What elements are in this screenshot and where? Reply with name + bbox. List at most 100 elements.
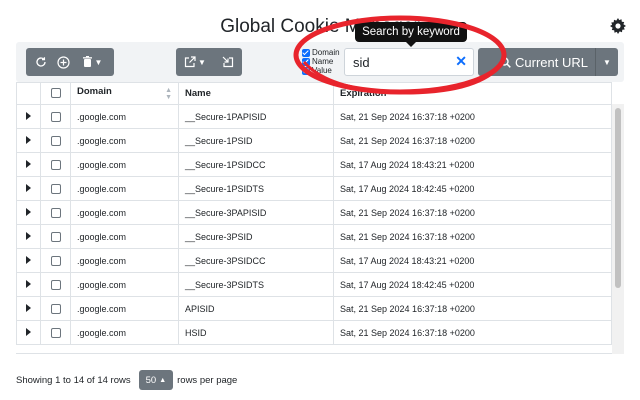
row-checkbox[interactable]	[50, 303, 61, 314]
cell-name: __Secure-1PAPISID	[178, 104, 334, 129]
delete-icon[interactable]: ▼	[74, 48, 110, 76]
pagination-footer: Showing 1 to 14 of 14 rows 50 ▲ rows per …	[16, 370, 237, 390]
cell-expiration: Sat, 17 Aug 2024 18:42:45 +0200	[333, 176, 612, 201]
filter-domain-checkbox[interactable]: Domain	[302, 48, 340, 57]
search-tooltip: Search by keyword	[355, 22, 467, 47]
import-icon[interactable]	[214, 48, 242, 76]
cell-domain: .google.com	[70, 128, 179, 153]
cell-domain: .google.com	[70, 152, 179, 177]
column-header-name[interactable]: Name	[178, 82, 334, 105]
cell-domain: .google.com	[70, 104, 179, 129]
cell-expiration: Sat, 21 Sep 2024 16:37:18 +0200	[333, 296, 612, 321]
expand-column-header	[16, 82, 41, 105]
current-url-button[interactable]: Current URL ▼	[478, 48, 618, 76]
refresh-icon[interactable]	[30, 48, 52, 76]
expand-row-icon[interactable]	[26, 303, 31, 312]
cell-name: __Secure-1PSID	[178, 128, 334, 153]
cell-expiration: Sat, 21 Sep 2024 16:37:18 +0200	[333, 320, 612, 345]
row-checkbox[interactable]	[50, 327, 61, 338]
expand-row-icon[interactable]	[26, 279, 31, 288]
cell-domain: .google.com	[70, 296, 179, 321]
search-icon	[500, 56, 511, 68]
column-header-domain[interactable]: Domain ▲ ▼	[70, 82, 179, 105]
cell-name: __Secure-3PAPISID	[178, 200, 334, 225]
rows-summary: Showing 1 to 14 of 14 rows	[16, 374, 131, 386]
current-url-label: Current URL	[515, 54, 588, 70]
cookie-action-group: ▼	[26, 48, 114, 76]
cell-domain: .google.com	[70, 272, 179, 297]
clear-search-icon[interactable]: ✕	[455, 53, 467, 70]
row-checkbox[interactable]	[50, 135, 61, 146]
select-all-header	[40, 82, 71, 105]
rows-per-page-select[interactable]: 50 ▲	[138, 370, 174, 390]
app-title: Global Cookie Manager	[220, 16, 420, 37]
cookie-table: Domain ▲ ▼ Name Expiration .google.com __S…	[16, 82, 612, 345]
expand-row-icon[interactable]	[26, 159, 31, 168]
row-checkbox[interactable]	[50, 183, 61, 194]
expand-row-icon[interactable]	[26, 207, 31, 216]
cell-expiration: Sat, 17 Aug 2024 18:43:21 +0200	[333, 248, 612, 273]
expand-row-icon[interactable]	[26, 135, 31, 144]
select-all-checkbox[interactable]	[50, 88, 61, 99]
cell-name: __Secure-1PSIDTS	[178, 176, 334, 201]
chevron-down-icon[interactable]: ▼	[596, 58, 618, 67]
column-header-expiration[interactable]: Expiration	[333, 82, 612, 105]
expand-row-icon[interactable]	[26, 327, 31, 336]
cell-expiration: Sat, 21 Sep 2024 16:37:18 +0200	[333, 104, 612, 129]
expand-row-icon[interactable]	[26, 231, 31, 240]
cell-expiration: Sat, 21 Sep 2024 16:37:18 +0200	[333, 224, 612, 249]
row-checkbox[interactable]	[50, 279, 61, 290]
cell-expiration: Sat, 21 Sep 2024 16:37:18 +0200	[333, 128, 612, 153]
rows-per-page-label: rows per page	[177, 374, 238, 386]
cell-name: __Secure-3PSIDTS	[178, 272, 334, 297]
cell-expiration: Sat, 17 Aug 2024 18:42:45 +0200	[333, 272, 612, 297]
cookie-table-container: Domain ▲ ▼ Name Expiration .google.com __S…	[16, 82, 612, 354]
table-row[interactable]: .google.com __Secure-1PSIDCC Sat, 17 Aug…	[16, 152, 612, 177]
expand-row-icon[interactable]	[26, 183, 31, 192]
cell-name: __Secure-3PSIDCC	[178, 248, 334, 273]
sort-icon: ▲ ▼	[165, 87, 172, 101]
filter-value-checkbox[interactable]: Value	[302, 66, 340, 75]
cell-name: __Secure-3PSID	[178, 224, 334, 249]
filter-name-checkbox[interactable]: Name	[302, 57, 340, 66]
cell-expiration: Sat, 21 Sep 2024 16:37:18 +0200	[333, 200, 612, 225]
cell-name: APISID	[178, 296, 334, 321]
cell-domain: .google.com	[70, 320, 179, 345]
row-checkbox[interactable]	[50, 207, 61, 218]
table-scrollbar[interactable]	[612, 104, 624, 354]
table-row[interactable]: .google.com __Secure-1PAPISID Sat, 21 Se…	[16, 104, 612, 129]
row-checkbox[interactable]	[50, 231, 61, 242]
cell-domain: .google.com	[70, 248, 179, 273]
table-row[interactable]: .google.com __Secure-3PAPISID Sat, 21 Se…	[16, 200, 612, 225]
table-row[interactable]: .google.com __Secure-1PSIDTS Sat, 17 Aug…	[16, 176, 612, 201]
table-row[interactable]: .google.com APISID Sat, 21 Sep 2024 16:3…	[16, 296, 612, 321]
table-row[interactable]: .google.com __Secure-3PSIDTS Sat, 17 Aug…	[16, 272, 612, 297]
scrollbar-thumb[interactable]	[615, 108, 621, 288]
gear-icon[interactable]	[610, 18, 626, 34]
cell-name: HSID	[178, 320, 334, 345]
cell-name: __Secure-1PSIDCC	[178, 152, 334, 177]
expand-row-icon[interactable]	[26, 111, 31, 120]
table-row[interactable]: .google.com __Secure-3PSIDCC Sat, 17 Aug…	[16, 248, 612, 273]
chevron-up-icon: ▲	[159, 376, 167, 384]
search-box: ✕	[344, 48, 474, 76]
row-checkbox[interactable]	[50, 255, 61, 266]
row-checkbox[interactable]	[50, 111, 61, 122]
table-row[interactable]: .google.com __Secure-3PSID Sat, 21 Sep 2…	[16, 224, 612, 249]
cell-domain: .google.com	[70, 224, 179, 249]
chevron-down-icon: ▼	[94, 57, 103, 67]
add-cookie-icon[interactable]	[52, 48, 74, 76]
cell-expiration: Sat, 17 Aug 2024 18:43:21 +0200	[333, 152, 612, 177]
toolbar: ▼ ▼ Domain Name Value ✕ Current URL ▼	[16, 42, 624, 82]
chevron-down-icon: ▼	[198, 57, 206, 67]
table-row[interactable]: .google.com HSID Sat, 21 Sep 2024 16:37:…	[16, 320, 612, 345]
table-row[interactable]: .google.com __Secure-1PSID Sat, 21 Sep 2…	[16, 128, 612, 153]
import-export-group: ▼	[176, 48, 242, 76]
search-input[interactable]	[345, 49, 445, 75]
row-checkbox[interactable]	[50, 159, 61, 170]
search-filter-options: Domain Name Value	[302, 48, 340, 75]
cell-domain: .google.com	[70, 200, 179, 225]
table-header-row: Domain ▲ ▼ Name Expiration	[16, 82, 612, 105]
expand-row-icon[interactable]	[26, 255, 31, 264]
export-icon[interactable]: ▼	[176, 48, 214, 76]
